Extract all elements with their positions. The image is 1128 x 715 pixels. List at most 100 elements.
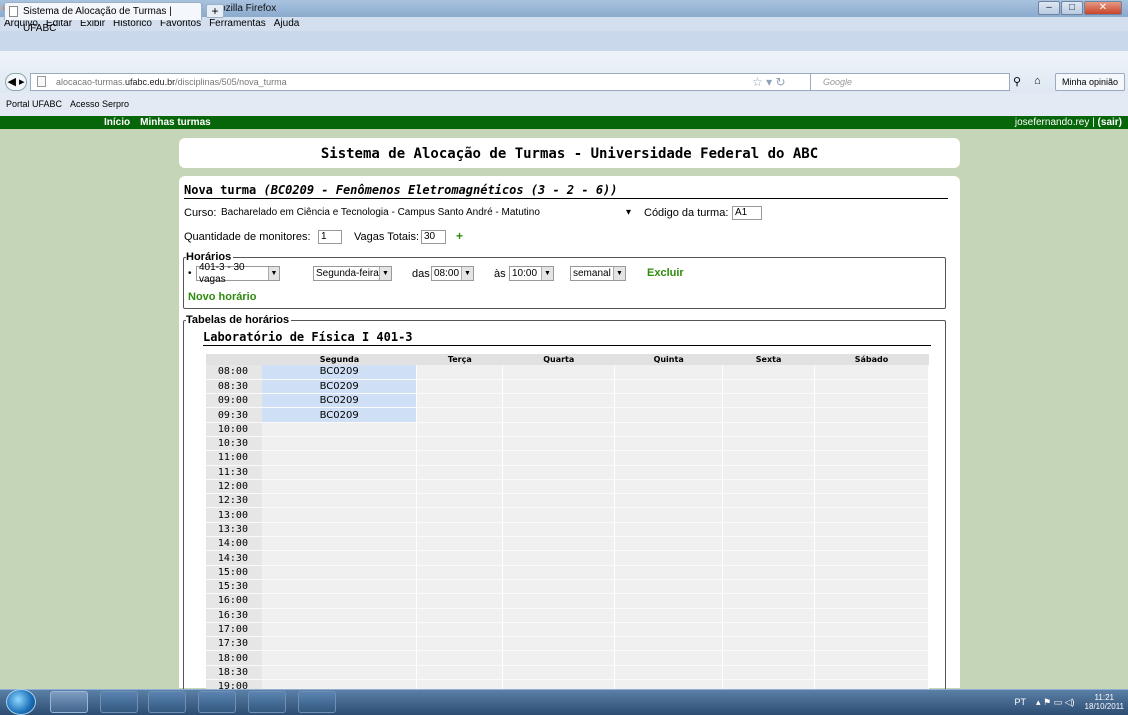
close-icon[interactable]: ✕ <box>1084 1 1122 15</box>
slot-empty <box>416 636 504 652</box>
logout-link[interactable]: (sair) <box>1098 117 1122 128</box>
firefox-taskbar-icon[interactable] <box>50 691 88 713</box>
opinion-button[interactable]: Minha opinião <box>1055 73 1125 91</box>
table-row: 12:30 <box>206 493 929 509</box>
clock-time: 11:21 <box>1094 693 1114 702</box>
slot-empty <box>722 522 816 538</box>
monitores-input[interactable]: 1 <box>318 230 342 244</box>
menu-ferramentas[interactable]: Ferramentas <box>209 17 266 31</box>
slot-filled: BC0209 <box>261 393 418 409</box>
slot-empty <box>502 593 616 609</box>
bookmark-acesso-serpro[interactable]: Acesso Serpro <box>70 93 129 116</box>
slot-empty <box>614 393 724 409</box>
time-cell: 18:30 <box>206 665 262 681</box>
curso-label: Curso: <box>184 207 217 219</box>
ie-taskbar-icon[interactable] <box>100 691 138 713</box>
slot-empty <box>502 465 616 480</box>
slot-empty <box>416 365 504 380</box>
table-row: 10:00 <box>206 422 929 437</box>
slot-empty <box>814 622 929 638</box>
slot-empty <box>416 393 504 409</box>
language-indicator[interactable]: PT <box>1015 697 1027 707</box>
slot-empty <box>261 608 418 623</box>
bookmark-portal-ufabc[interactable]: Portal UFABC <box>6 93 62 116</box>
inicio-select[interactable]: 08:00 ▼ <box>431 266 474 281</box>
slot-empty <box>614 550 724 566</box>
minimize-icon[interactable]: – <box>1038 1 1060 15</box>
slot-empty <box>814 565 929 580</box>
form-title-course: (BC0209 - Fenômenos Eletromagnéticos (3 … <box>263 183 618 197</box>
back-button[interactable]: ◀ ▸ <box>5 73 27 91</box>
tray-icons[interactable]: ▴ ⚑ ▭ ◁) <box>1036 697 1075 708</box>
dia-select[interactable]: Segunda-feira ▼ <box>313 266 392 281</box>
media-player-taskbar-icon[interactable] <box>198 691 236 713</box>
fim-select[interactable]: 10:00 ▼ <box>509 266 554 281</box>
slot-empty <box>722 365 816 380</box>
time-cell: 09:00 <box>206 393 262 409</box>
time-cell: 11:30 <box>206 465 262 480</box>
slot-empty <box>502 407 616 423</box>
slot-empty <box>416 593 504 609</box>
new-tab-button[interactable]: + <box>206 4 224 18</box>
slot-empty <box>416 550 504 566</box>
day-header: Sexta <box>722 354 815 365</box>
home-icon[interactable]: ⌂ <box>1034 75 1041 87</box>
slot-empty <box>614 565 724 580</box>
slot-empty <box>614 479 724 495</box>
slot-empty <box>502 622 616 638</box>
curso-select[interactable]: Bacharelado em Ciência e Tecnologia - Ca… <box>221 206 631 220</box>
codigo-input[interactable]: A1 <box>732 206 762 220</box>
url-bar[interactable]: alocacao-turmas.ufabc.edu.br/disciplinas… <box>30 73 878 91</box>
browser-tab[interactable]: Sistema de Alocação de Turmas | UFABC <box>4 2 202 34</box>
search-icon[interactable]: ⚲ <box>1013 75 1021 88</box>
clock-date: 18/10/2011 <box>1084 702 1124 711</box>
slot-empty <box>416 565 504 580</box>
vagas-add-button[interactable]: + <box>456 229 463 243</box>
slot-filled: BC0209 <box>261 407 418 423</box>
start-button[interactable] <box>6 689 36 715</box>
slot-empty <box>722 622 816 638</box>
table-row: 14:30 <box>206 550 929 566</box>
time-cell: 12:00 <box>206 479 262 495</box>
maximize-icon[interactable]: □ <box>1061 1 1083 15</box>
slot-empty <box>722 493 816 509</box>
time-cell: 15:00 <box>206 565 262 580</box>
time-cell: 16:00 <box>206 593 262 609</box>
dia-value: Segunda-feira <box>316 267 379 279</box>
slot-empty <box>502 507 616 523</box>
folder-taskbar-icon[interactable] <box>148 691 186 713</box>
slot-empty <box>722 507 816 523</box>
slot-empty <box>722 479 816 495</box>
time-cell: 14:30 <box>206 550 262 566</box>
bookmarks-bar: Portal UFABC Acesso Serpro <box>0 93 1128 116</box>
bookmark-star-icon[interactable]: ☆ ▾ ↻ <box>752 73 786 91</box>
paint-taskbar-icon[interactable] <box>248 691 286 713</box>
chevron-down-icon: ▼ <box>267 267 279 280</box>
nav-inicio[interactable]: Início <box>104 116 130 129</box>
time-cell: 18:00 <box>206 650 262 666</box>
slot-empty <box>502 450 616 466</box>
frequencia-select[interactable]: semanal ▼ <box>570 266 626 281</box>
slot-empty <box>416 579 504 595</box>
table-row: 18:30 <box>206 665 929 681</box>
time-cell: 08:00 <box>206 365 262 380</box>
chevron-down-icon: ▼ <box>379 267 391 280</box>
menu-ajuda[interactable]: Ajuda <box>274 17 300 31</box>
slot-empty <box>502 422 616 437</box>
word-taskbar-icon[interactable] <box>298 691 336 713</box>
day-header: Quinta <box>614 354 723 365</box>
search-input[interactable]: Google <box>810 73 1010 91</box>
room-title: Laboratório de Física I 401-3 <box>203 329 931 346</box>
excluir-link[interactable]: Excluir <box>647 267 684 279</box>
novo-horario-link[interactable]: Novo horário <box>188 291 256 303</box>
slot-empty <box>722 393 816 409</box>
slot-empty <box>814 465 929 480</box>
nav-minhas-turmas[interactable]: Minhas turmas <box>140 116 211 129</box>
slot-empty <box>614 422 724 437</box>
clock[interactable]: 11:21 18/10/2011 <box>1085 693 1124 711</box>
sala-select[interactable]: 401-3 - 30 vagas ▼ <box>196 262 280 285</box>
table-row: 17:30 <box>206 636 929 652</box>
table-row: 09:00 BC0209 <box>206 393 929 409</box>
vagas-input[interactable]: 30 <box>421 230 446 244</box>
slot-empty <box>614 650 724 666</box>
